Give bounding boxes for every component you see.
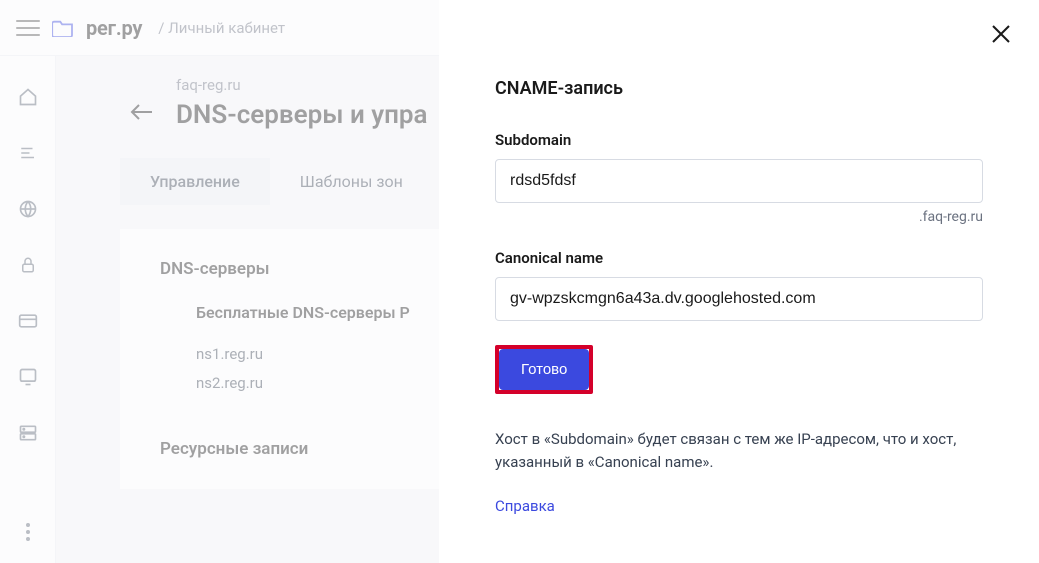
subdomain-input[interactable] [495,159,983,203]
modal-title: CNAME-запись [495,78,983,99]
cname-label: Canonical name [495,249,983,267]
modal-hint: Хост в «Subdomain» будет связан с тем же… [495,428,983,475]
close-icon[interactable] [991,24,1011,48]
cname-field: Canonical name [495,249,983,321]
subdomain-label: Subdomain [495,131,983,149]
help-link[interactable]: Справка [495,497,555,515]
cname-modal: CNAME-запись Subdomain .faq-reg.ru Canon… [439,0,1039,563]
cname-input[interactable] [495,277,983,321]
modal-overlay[interactable] [0,0,439,563]
submit-highlight: Готово [495,345,593,394]
subdomain-field: Subdomain .faq-reg.ru [495,131,983,225]
subdomain-suffix: .faq-reg.ru [495,209,983,225]
submit-button[interactable]: Готово [499,349,589,390]
